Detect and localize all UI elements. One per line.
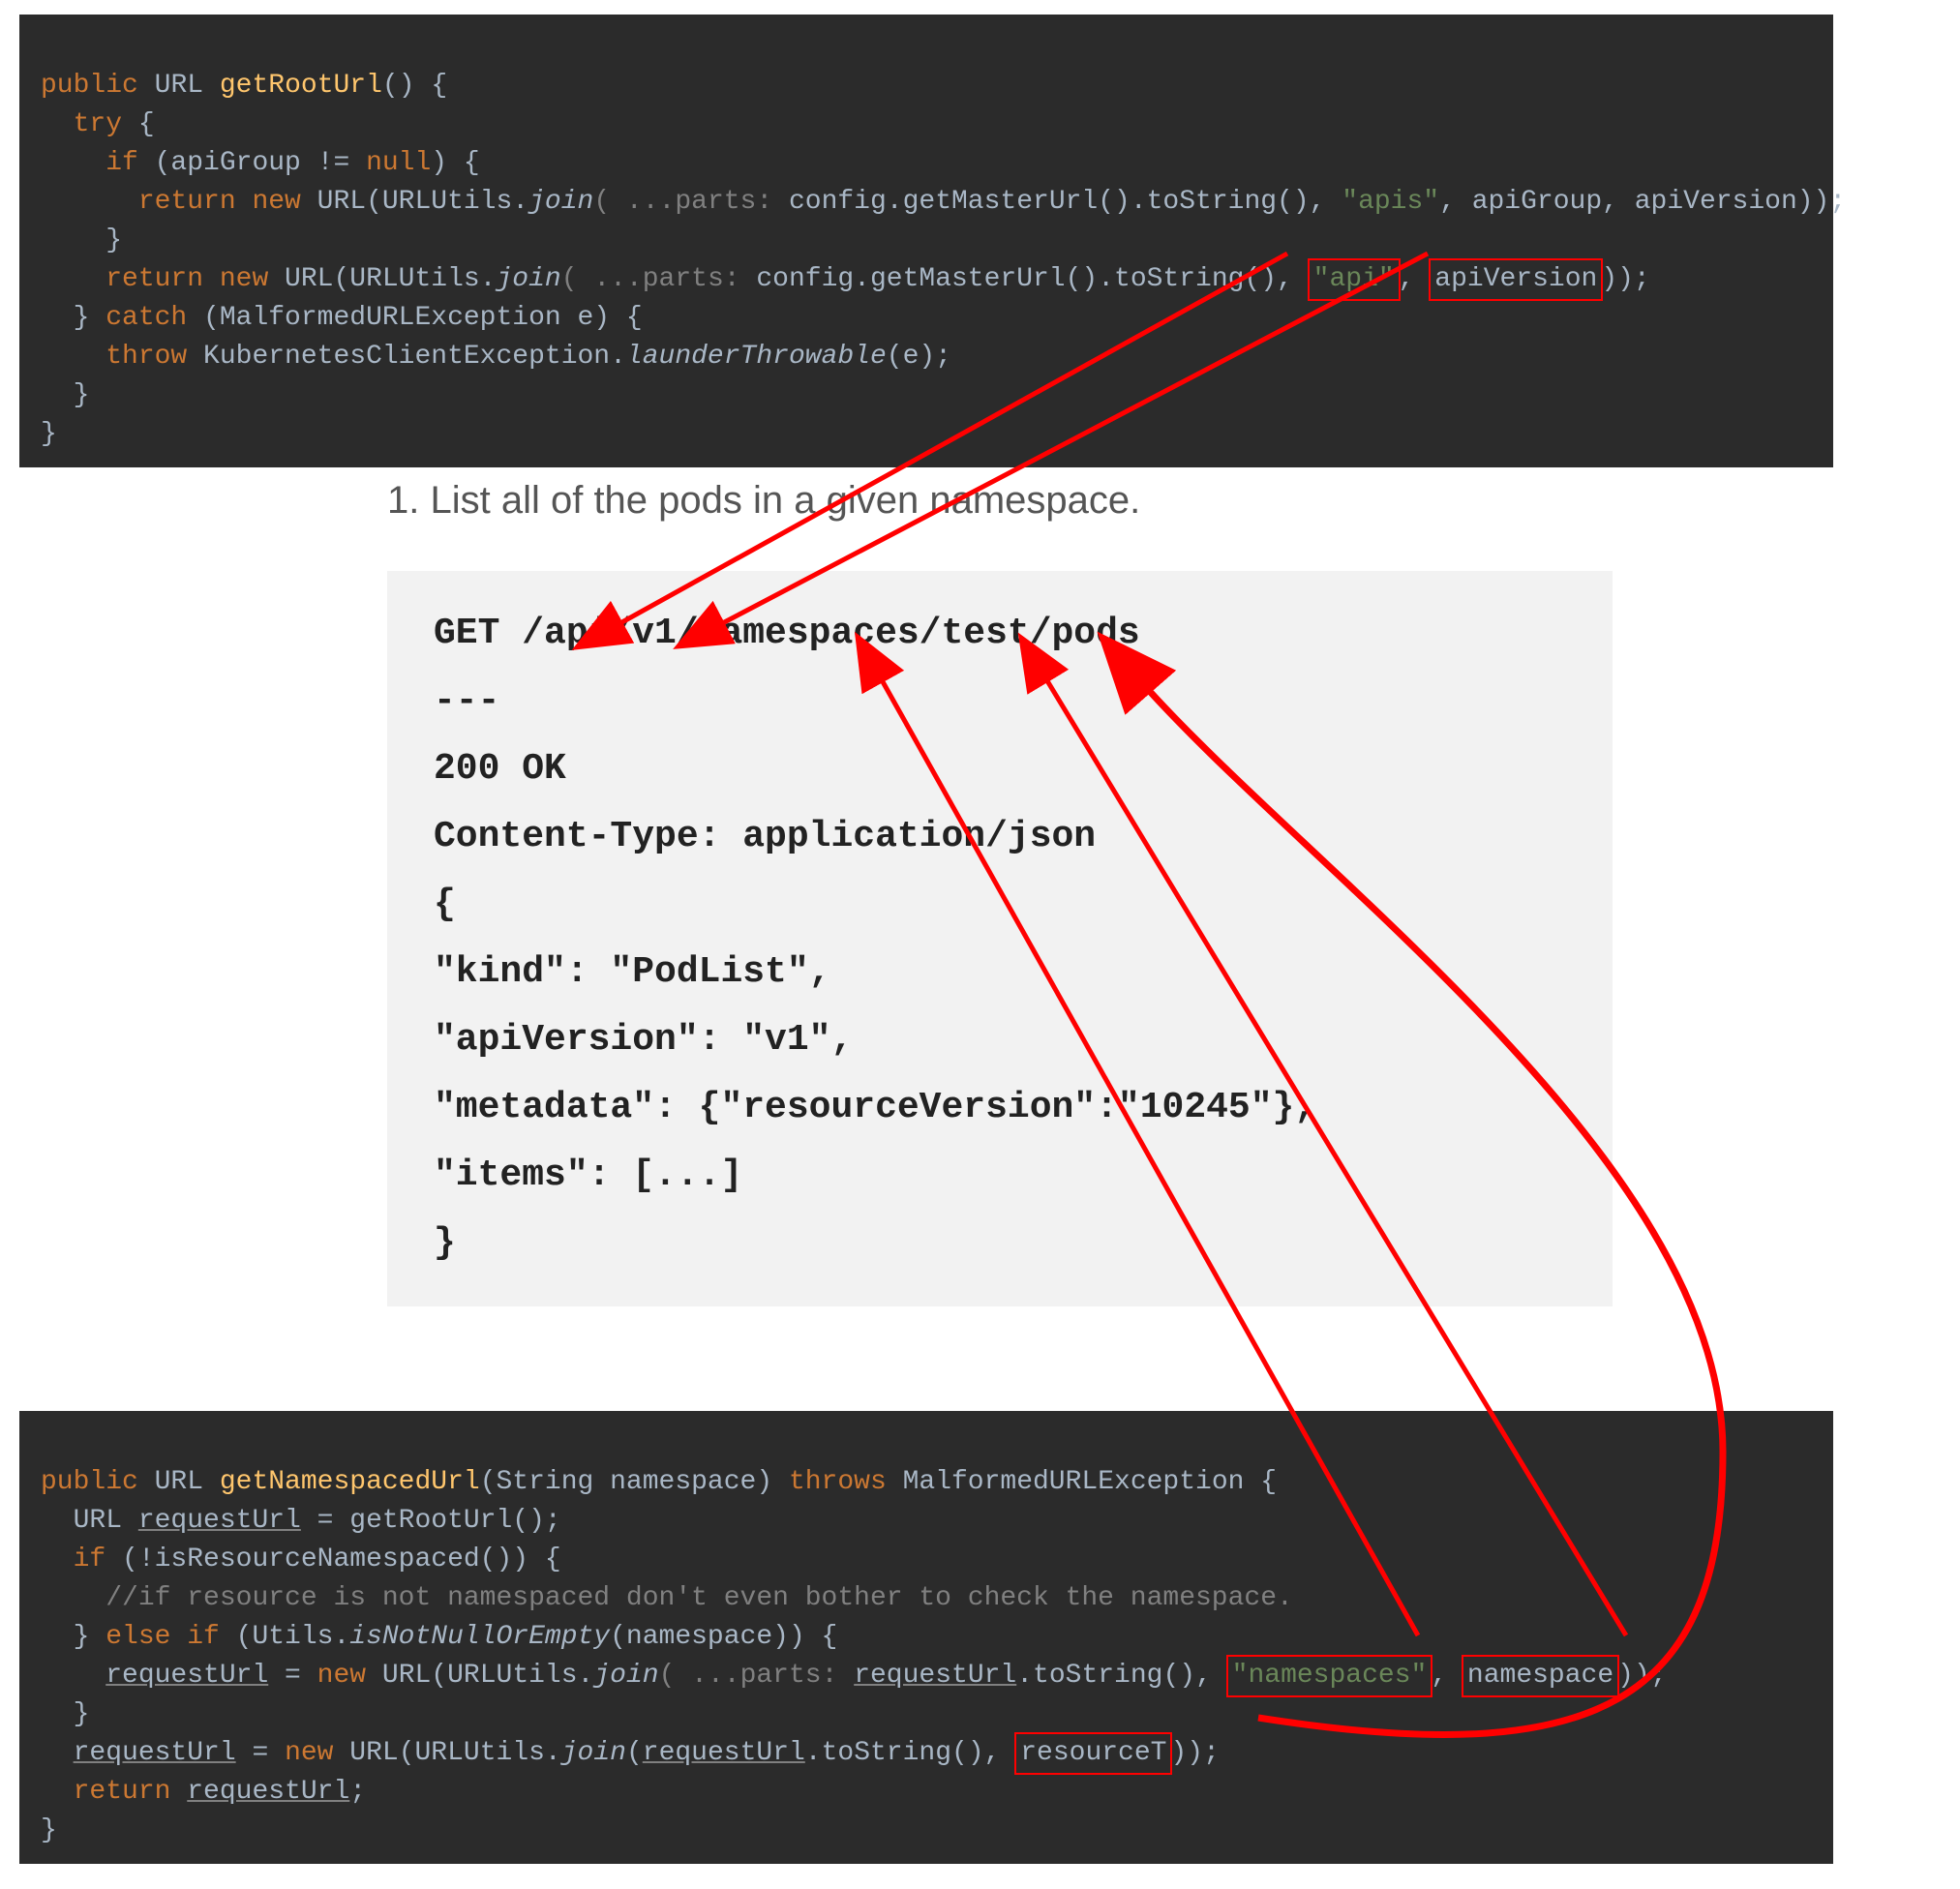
keyword: public (41, 71, 138, 101)
keyword: try (74, 109, 122, 139)
var: requestUrl (74, 1738, 236, 1768)
code-text: (!isResourceNamespaced()) { (106, 1544, 560, 1574)
code-text: ; (349, 1777, 366, 1807)
api-line: "items": [...] (434, 1142, 1566, 1210)
code-text (170, 1777, 187, 1807)
var: requestUrl (187, 1777, 349, 1807)
api-line: GET /api/v1/namespaces/test/pods (434, 600, 1566, 668)
string-literal: "apis" (1342, 187, 1439, 217)
code-text: } (106, 225, 122, 255)
code-text: .toString(), (1016, 1661, 1227, 1691)
api-line: "metadata": {"resourceVersion":"10245"}, (434, 1074, 1566, 1142)
method-name: getNamespacedUrl (220, 1467, 480, 1497)
keyword: if (106, 148, 138, 178)
code-block-getrooturl: public URL getRootUrl() { try { if (apiG… (19, 15, 1833, 467)
code-block-getnamespacedurl: public URL getNamespacedUrl(String names… (19, 1411, 1833, 1864)
code-text: )); (1170, 1738, 1219, 1768)
keyword: new (317, 1661, 366, 1691)
api-example-box: GET /api/v1/namespaces/test/pods --- 200… (387, 571, 1613, 1306)
code-text: = (236, 1738, 285, 1768)
code-text: URL (138, 1467, 220, 1497)
code-text: , (1399, 264, 1432, 294)
code-text: () { (382, 71, 447, 101)
var: requestUrl (854, 1661, 1016, 1691)
keyword: return (74, 1777, 171, 1807)
var: requestUrl (138, 1506, 301, 1536)
keyword: new (285, 1738, 333, 1768)
highlight-resourcet: resourceT (1014, 1732, 1172, 1775)
keyword: else if (106, 1622, 220, 1652)
code-text: } (41, 1815, 57, 1845)
keyword: return new (106, 264, 268, 294)
keyword: if (74, 1544, 106, 1574)
code-text: = (268, 1661, 317, 1691)
code-text: (MalformedURLException e) { (187, 303, 642, 333)
keyword: public (41, 1467, 138, 1497)
keyword: catch (106, 303, 187, 333)
static-method: join (593, 1661, 658, 1691)
keyword: throws (789, 1467, 887, 1497)
code-text: .toString(), (805, 1738, 1016, 1768)
api-line: "kind": "PodList", (434, 939, 1566, 1006)
code-text: } (74, 303, 106, 333)
code-text: ) { (431, 148, 479, 178)
type: URL (155, 71, 203, 101)
api-line: "apiVersion": "v1", (434, 1006, 1566, 1074)
static-method: isNotNullOrEmpty (349, 1622, 610, 1652)
code-text: (apiGroup != (138, 148, 366, 178)
static-method: join (497, 264, 561, 294)
highlight-namespaces: "namespaces" (1226, 1655, 1433, 1697)
var: requestUrl (643, 1738, 805, 1768)
highlight-namespace-var: namespace (1462, 1655, 1619, 1697)
code-text: (e); (887, 342, 951, 372)
code-text: URL(URLUtils. (366, 1661, 593, 1691)
api-line: 200 OK (434, 735, 1566, 803)
code-text: )); (1601, 264, 1649, 294)
keyword: throw (106, 342, 187, 372)
code-text: } (74, 380, 90, 410)
api-line: Content-Type: application/json (434, 803, 1566, 871)
comment: //if resource is not namespaced don't ev… (106, 1583, 1293, 1613)
highlight-apiversion: apiVersion (1429, 258, 1603, 301)
code-text: } (74, 1699, 90, 1729)
code-text: config.getMasterUrl().toString(), (789, 187, 1342, 217)
param-hint: ( ...parts: (593, 187, 789, 217)
code-text: URL(URLUtils. (333, 1738, 560, 1768)
keyword: null (366, 148, 431, 178)
code-text: URL(URLUtils. (268, 264, 496, 294)
var: requestUrl (106, 1661, 268, 1691)
code-text: (String namespace) (480, 1467, 789, 1497)
code-text: { (122, 109, 155, 139)
code-text: } (41, 419, 57, 449)
code-text: KubernetesClientException. (187, 342, 626, 372)
code-text: } (74, 1622, 106, 1652)
section-heading: 1. List all of the pods in a given names… (387, 479, 1140, 523)
api-line: --- (434, 668, 1566, 735)
static-method: join (528, 187, 593, 217)
code-text: URL(URLUtils. (301, 187, 528, 217)
code-text: (namespace)) { (610, 1622, 837, 1652)
method-name: getRootUrl (220, 71, 382, 101)
static-method: join (561, 1738, 626, 1768)
param-hint: ( ...parts: (561, 264, 757, 294)
code-text: , apiGroup, apiVersion)); (1439, 187, 1846, 217)
static-method: launderThrowable (626, 342, 887, 372)
code-text: , (1431, 1661, 1463, 1691)
highlight-api: "api" (1308, 258, 1401, 301)
code-text: ( (626, 1738, 643, 1768)
param-hint: ( ...parts: (659, 1661, 855, 1691)
keyword: return new (138, 187, 301, 217)
code-text: config.getMasterUrl().toString(), (756, 264, 1309, 294)
api-line: { (434, 871, 1566, 939)
code-text: )); (1617, 1661, 1666, 1691)
code-text: URL (74, 1506, 138, 1536)
code-text: = getRootUrl(); (301, 1506, 561, 1536)
api-line: } (434, 1210, 1566, 1277)
code-text: MalformedURLException { (887, 1467, 1277, 1497)
code-text: (Utils. (220, 1622, 349, 1652)
